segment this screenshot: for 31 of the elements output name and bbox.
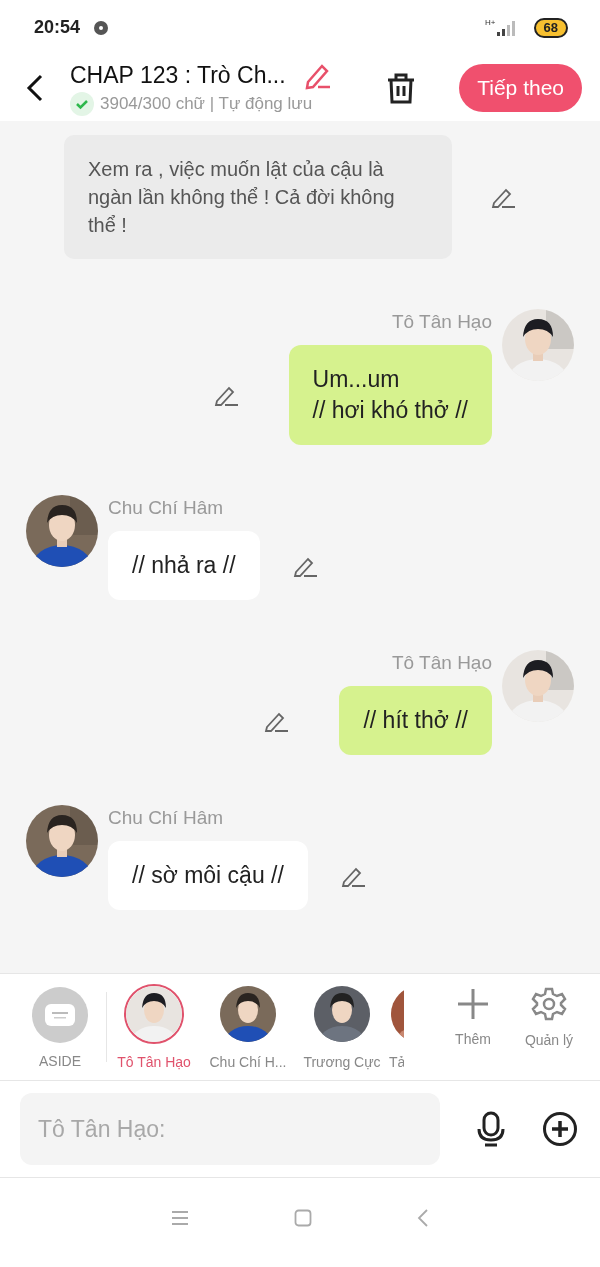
speaker-name: Tô Tân Hạo [392,652,492,674]
signal-icon [495,19,518,36]
disc-icon [92,18,111,37]
message-input[interactable]: Tô Tân Hạo: [20,1093,440,1165]
settings-icon [531,986,567,1022]
speaker-name: Chu Chí Hâm [108,497,225,519]
speaker-name: Chu Chí Hâm [108,807,225,829]
character-tab[interactable]: Tô Tân Hạo [107,984,201,1070]
check-icon [70,92,94,116]
message-bubble: // nhả ra // [108,531,260,600]
manage-button[interactable]: Quản lý [511,986,587,1048]
microphone-icon[interactable] [476,1111,506,1147]
speaker-name: Tô Tân Hạo [392,311,492,333]
plus-circle-icon[interactable] [542,1111,578,1147]
aside-button[interactable]: ASIDE [14,985,106,1069]
plus-icon [456,987,490,1021]
character-tab[interactable]: Trương Cực [295,984,389,1070]
back-icon[interactable] [26,74,44,102]
message-bubble: // sờ môi cậu // [108,841,308,910]
message-bubble: // hít thở // [339,686,492,755]
word-count: 3904/300 chữ | Tự động lưu [100,94,313,114]
clock-time: 20:54 [34,17,81,38]
add-button[interactable]: Thêm [435,987,511,1047]
network-type: H+ [485,18,496,27]
character-tab[interactable]: Chu Chí H... [201,984,295,1070]
next-button[interactable]: Tiếp theo [459,64,582,112]
message-bubble: Um...um // hơi khó thở // [288,345,492,445]
note-icon [45,1004,75,1026]
chapter-title: CHAP 123 : Trò Ch... [70,61,286,89]
battery-level: 68 [533,17,568,38]
narration-bubble: Xem ra , việc muốn lật của cậu là ngàn lần không thể ! Cả đời không thể ! [64,135,452,259]
